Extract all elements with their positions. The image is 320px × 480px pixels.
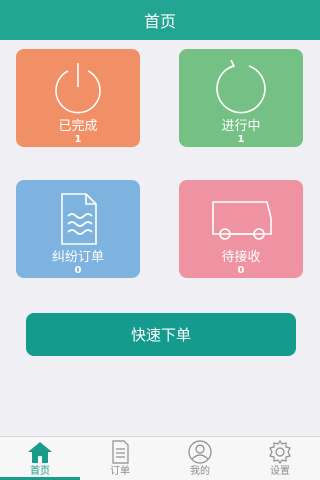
tile-pending-receive-count: 0 bbox=[237, 265, 245, 276]
tab-mine[interactable]: 我的 bbox=[160, 437, 240, 480]
document-icon bbox=[61, 193, 97, 245]
truck-icon bbox=[212, 201, 272, 240]
tile-completed-label: 已完成 bbox=[58, 119, 98, 134]
gear-icon bbox=[269, 440, 291, 464]
quick-order-button[interactable]: 快速下单 bbox=[26, 313, 296, 356]
tile-completed-count: 1 bbox=[74, 134, 82, 145]
app-header: 首页 bbox=[0, 0, 320, 40]
tab-bar: 首页 订单 我的 设置 bbox=[0, 436, 320, 480]
tile-pending-receive[interactable]: 待接收 0 bbox=[179, 180, 303, 278]
tab-home-label: 首页 bbox=[30, 466, 50, 477]
refresh-icon bbox=[216, 59, 266, 114]
tab-mine-label: 我的 bbox=[190, 466, 210, 477]
tile-pending-receive-label: 待接收 bbox=[221, 250, 261, 265]
tile-in-progress-count: 1 bbox=[237, 134, 245, 145]
tab-home[interactable]: 首页 bbox=[0, 437, 80, 480]
user-icon bbox=[188, 440, 212, 464]
tab-settings[interactable]: 设置 bbox=[240, 437, 320, 480]
order-icon bbox=[112, 440, 129, 464]
tab-settings-label: 设置 bbox=[270, 466, 290, 477]
tile-in-progress-label: 进行中 bbox=[221, 119, 261, 134]
power-icon bbox=[55, 63, 101, 114]
tile-in-progress[interactable]: 进行中 1 bbox=[179, 49, 303, 147]
tab-orders[interactable]: 订单 bbox=[80, 437, 160, 480]
home-icon bbox=[28, 442, 52, 463]
tile-dispute-orders-label: 纠纷订单 bbox=[51, 250, 104, 265]
tab-orders-label: 订单 bbox=[110, 466, 130, 477]
tile-dispute-orders[interactable]: 纠纷订单 0 bbox=[16, 180, 140, 278]
tile-completed[interactable]: 已完成 1 bbox=[16, 49, 140, 147]
page-title: 首页 bbox=[143, 12, 176, 31]
tile-dispute-orders-count: 0 bbox=[74, 265, 82, 276]
